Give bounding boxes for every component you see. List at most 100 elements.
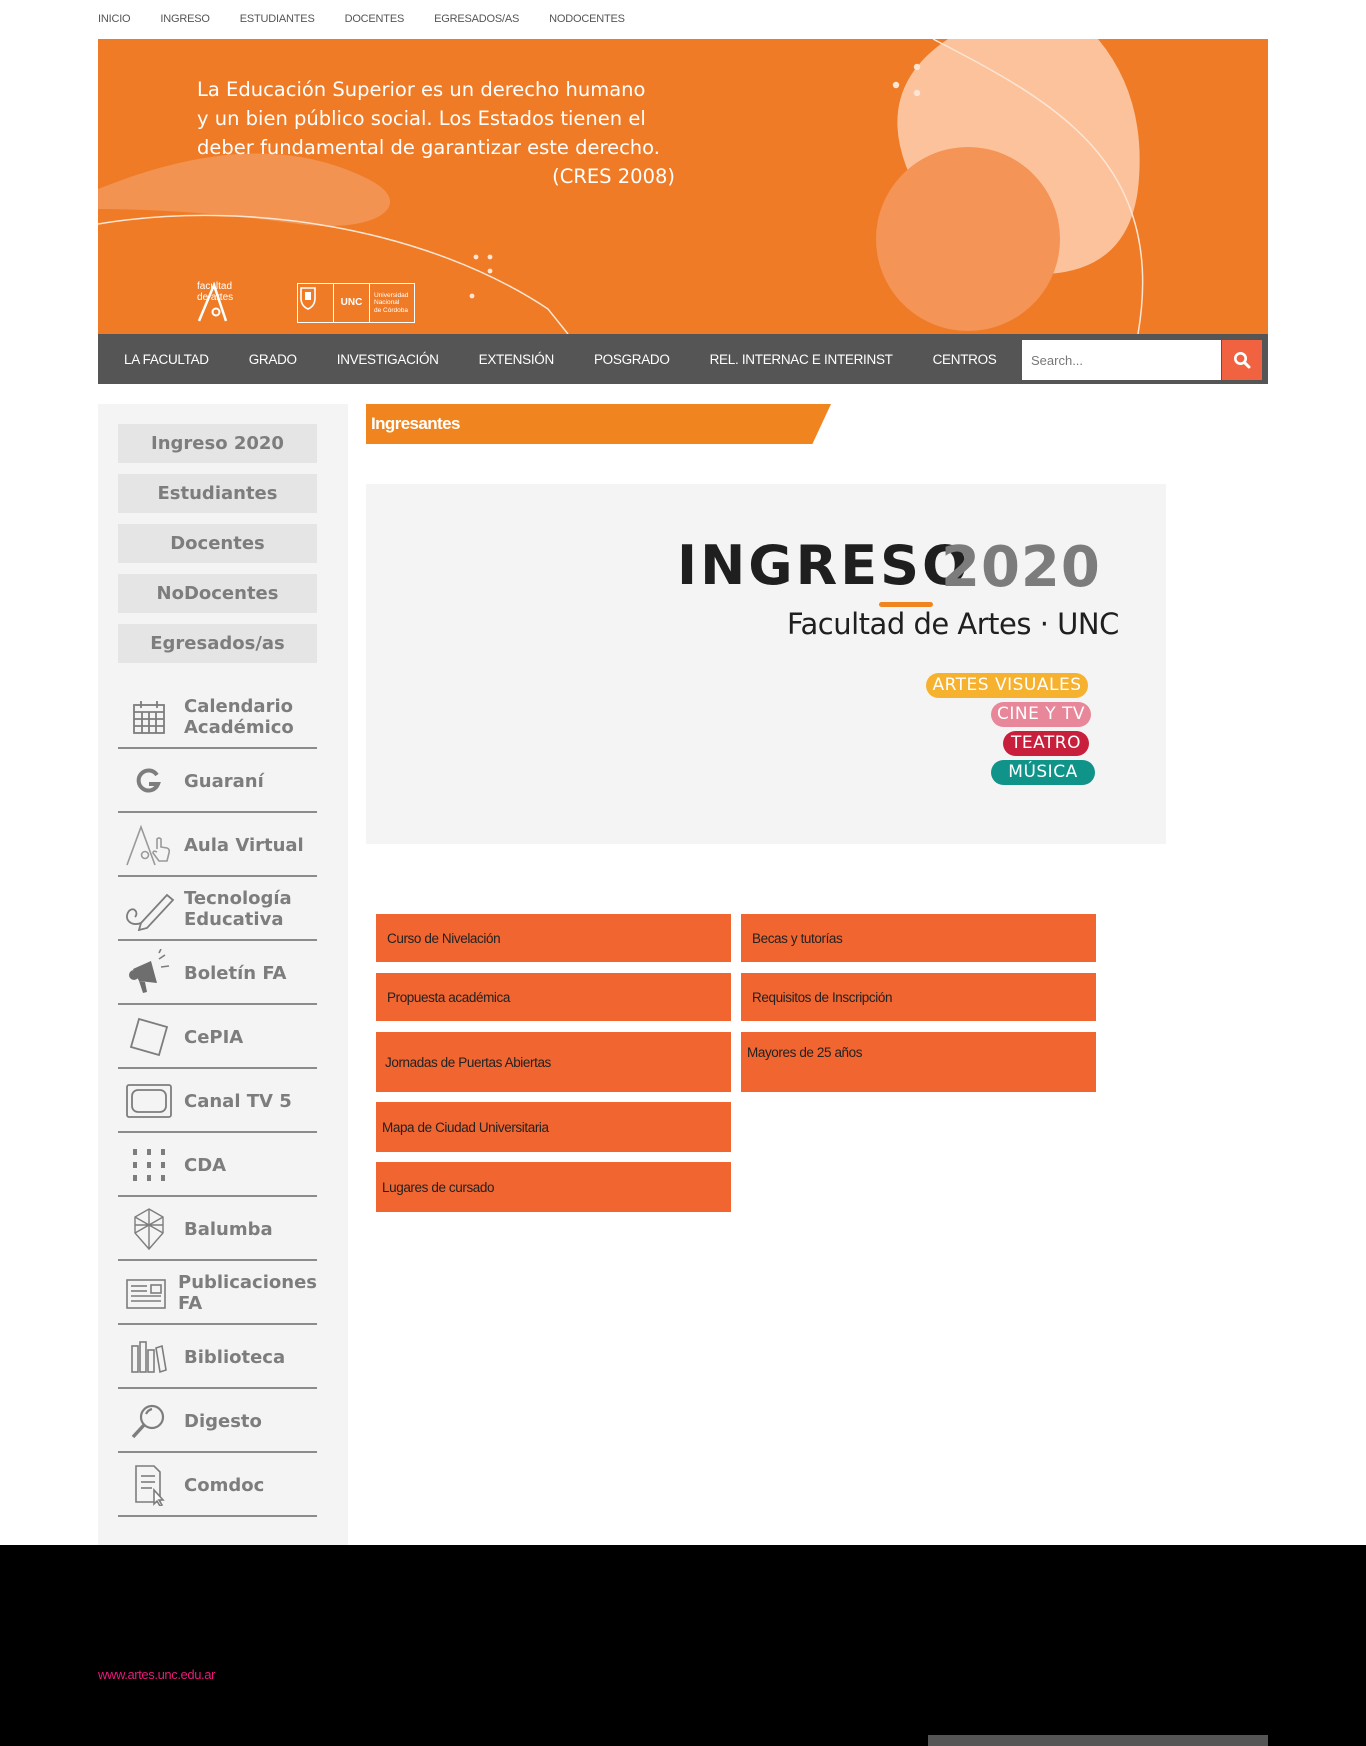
logo-text-line: de Córdoba	[374, 306, 408, 314]
sidebar-link-cepia[interactable]: CePIA	[118, 1007, 317, 1069]
quote-citation: (CRES 2008)	[552, 165, 675, 188]
unc-logo-name: Universidad Nacional de Córdoba	[370, 292, 414, 315]
sidebar-link-canal-tv[interactable]: Canal TV 5	[118, 1071, 317, 1133]
sidebar-button-label: Ingreso 2020	[151, 433, 284, 454]
main-nav-extension[interactable]: EXTENSIÓN	[479, 352, 555, 367]
label-line: Guaraní	[184, 770, 264, 792]
label-line: Biblioteca	[184, 1346, 286, 1368]
sidebar-link-label: Biblioteca	[184, 1347, 285, 1368]
sidebar-button-ingreso-2020[interactable]: Ingreso 2020	[118, 424, 317, 463]
sidebar-link-tecnologia[interactable]: Tecnología Educativa	[118, 879, 317, 941]
quote-line: deber fundamental de garantizar este der…	[197, 136, 660, 159]
main-nav-grado[interactable]: GRADO	[249, 352, 297, 367]
sidebar-link-label: Balumba	[184, 1219, 273, 1240]
sidebar-button-docentes[interactable]: Docentes	[118, 524, 317, 563]
calendar-icon	[118, 692, 180, 742]
sidebar: Ingreso 2020 Estudiantes Docentes NoDoce…	[98, 404, 348, 1545]
main-nav-centros[interactable]: CENTROS	[933, 352, 997, 367]
sidebar-link-balumba[interactable]: Balumba	[118, 1199, 317, 1261]
label-line: CDA	[184, 1154, 227, 1176]
hero-year: 2020	[941, 535, 1101, 600]
search-button[interactable]	[1222, 340, 1262, 380]
search-icon	[1234, 352, 1251, 369]
main-nav: LA FACULTAD GRADO INVESTIGACIÓN EXTENSIÓ…	[98, 334, 1268, 384]
sidebar-link-boletin[interactable]: Boletín FA	[118, 943, 317, 1005]
sidebar-link-guarani[interactable]: Guaraní	[118, 751, 317, 813]
pill-musica: MÚSICA	[991, 760, 1095, 785]
label-line: Digesto	[184, 1410, 262, 1432]
hero-subtitle: Facultad de Artes · UNC	[787, 607, 1119, 641]
pill-teatro: TEATRO	[1003, 731, 1089, 756]
tv-icon	[118, 1076, 180, 1126]
footer: www.artes.unc.edu.ar	[0, 1545, 1366, 1746]
sidebar-button-estudiantes[interactable]: Estudiantes	[118, 474, 317, 513]
aula-virtual-icon	[118, 820, 180, 870]
pill-artes-visuales: ARTES VISUALES	[926, 673, 1088, 698]
balumba-icon	[118, 1204, 180, 1254]
top-nav-nodocentes[interactable]: NODOCENTES	[549, 10, 625, 28]
label-line: Calendario	[184, 696, 293, 717]
sidebar-link-label: CePIA	[184, 1027, 243, 1048]
sidebar-link-biblioteca[interactable]: Biblioteca	[118, 1327, 317, 1389]
top-nav-estudiantes[interactable]: ESTUDIANTES	[240, 10, 315, 28]
logo-text-line: Nacional	[374, 299, 400, 307]
facultad-artes-logo-icon	[197, 281, 228, 322]
sidebar-link-publicaciones[interactable]: Publicaciones FA	[118, 1263, 317, 1325]
button-jornadas-puertas-abiertas[interactable]: Jornadas de Puertas Abiertas	[375, 1031, 732, 1093]
newspaper-icon	[118, 1268, 174, 1318]
main-nav-rel-internac[interactable]: REL. INTERNAC E INTERINST	[710, 352, 893, 367]
button-becas-tutorias[interactable]: Becas y tutorías	[740, 913, 1097, 963]
main-nav-la-facultad[interactable]: LA FACULTAD	[124, 352, 209, 367]
button-mayores-25[interactable]: Mayores de 25 años	[740, 1031, 1097, 1093]
sidebar-link-label: CDA	[184, 1155, 226, 1176]
label-line: Publicaciones	[178, 1272, 317, 1293]
label-line: Boletín FA	[184, 962, 287, 984]
sidebar-button-label: Docentes	[170, 533, 265, 554]
top-nav: INICIO INGRESO ESTUDIANTES DOCENTES EGRE…	[98, 10, 655, 28]
top-nav-egresados[interactable]: EGRESADOS/AS	[434, 10, 519, 28]
sidebar-button-nodocentes[interactable]: NoDocentes	[118, 574, 317, 613]
facultad-artes-logo[interactable]: facultad de artes	[196, 281, 233, 322]
sidebar-link-label: Aula Virtual	[184, 835, 304, 856]
button-mapa-ciudad-universitaria[interactable]: Mapa de Ciudad Universitaria	[375, 1101, 732, 1153]
button-propuesta-academica[interactable]: Propuesta académica	[375, 972, 732, 1022]
main-nav-investigacion[interactable]: INVESTIGACIÓN	[337, 352, 439, 367]
footer-site-link[interactable]: www.artes.unc.edu.ar	[98, 1667, 215, 1682]
top-nav-ingreso[interactable]: INGRESO	[160, 10, 210, 28]
hero-word: INGRESO	[677, 534, 971, 597]
top-nav-inicio[interactable]: INICIO	[98, 10, 131, 28]
unc-logo[interactable]: UNC Universidad Nacional de Córdoba	[297, 283, 416, 323]
ingreso-2020-hero[interactable]: INGRESO 2020 Facultad de Artes · UNC ART…	[366, 484, 1166, 844]
top-nav-docentes[interactable]: DOCENTES	[345, 10, 405, 28]
quote-line: La Educación Superior es un derecho huma…	[197, 78, 646, 101]
label-line: Comdoc	[184, 1474, 265, 1496]
sidebar-button-egresados[interactable]: Egresados/as	[118, 624, 317, 663]
banner-quote: La Educación Superior es un derecho huma…	[197, 75, 677, 191]
button-requisitos-inscripcion[interactable]: Requisitos de Inscripción	[740, 972, 1097, 1022]
sidebar-link-calendario[interactable]: Calendario Académico	[118, 687, 317, 749]
sidebar-link-label: Calendario Académico	[184, 696, 294, 738]
label-line: Académico	[184, 717, 294, 738]
main-nav-posgrado[interactable]: POSGRADO	[594, 352, 670, 367]
logo-text-line: Universidad	[374, 291, 409, 299]
sidebar-button-label: Egresados/as	[150, 633, 285, 654]
button-curso-nivelacion[interactable]: Curso de Nivelación	[375, 913, 732, 963]
sidebar-link-cda[interactable]: CDA	[118, 1135, 317, 1197]
label-line: Educativa	[184, 909, 284, 930]
button-lugares-cursado[interactable]: Lugares de cursado	[375, 1161, 732, 1213]
sidebar-link-digesto[interactable]: Digesto	[118, 1391, 317, 1453]
sidebar-link-label: Canal TV 5	[184, 1091, 292, 1112]
header-banner: La Educación Superior es un derecho huma…	[98, 39, 1268, 334]
document-icon	[118, 1460, 180, 1510]
label-line: FA	[178, 1293, 203, 1314]
sidebar-link-comdoc[interactable]: Comdoc	[118, 1455, 317, 1517]
sidebar-link-aula-virtual[interactable]: Aula Virtual	[118, 815, 317, 877]
sidebar-link-label: Boletín FA	[184, 963, 286, 984]
unc-crest-icon	[298, 284, 334, 322]
search-input[interactable]	[1022, 340, 1221, 380]
sidebar-link-label: Tecnología Educativa	[184, 888, 292, 930]
pill-cine-tv: CINE Y TV	[991, 702, 1091, 727]
page-title: Ingresantes	[366, 404, 831, 444]
label-line: Canal TV 5	[184, 1090, 292, 1112]
guarani-icon	[118, 756, 180, 806]
